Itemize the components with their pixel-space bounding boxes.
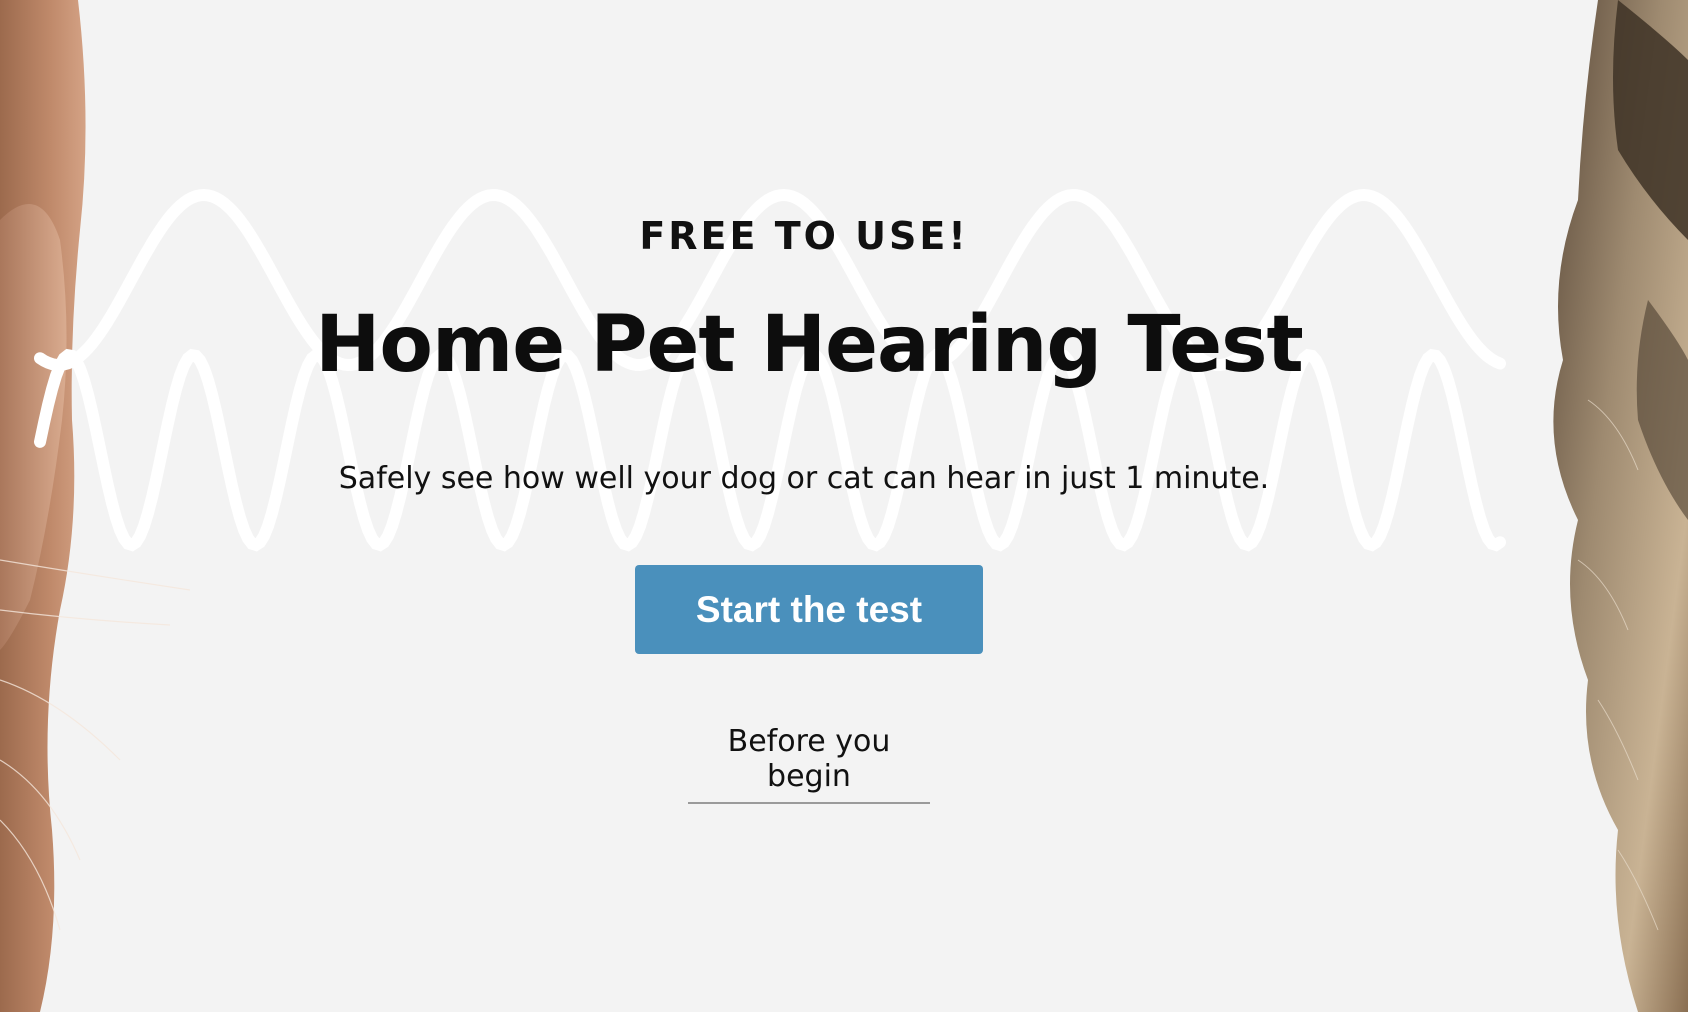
page-subtitle: Safely see how well your dog or cat can …	[338, 461, 1270, 496]
eyebrow-label: FREE TO USE!	[639, 214, 969, 258]
before-you-begin-link[interactable]: Before you begin	[688, 724, 930, 804]
hero-content: FREE TO USE! Home Pet Hearing Test Safel…	[0, 0, 1688, 1012]
hero-section: FREE TO USE! Home Pet Hearing Test Safel…	[0, 0, 1688, 1012]
start-test-button[interactable]: Start the test	[635, 565, 983, 654]
page-title: Home Pet Hearing Test	[315, 300, 1304, 390]
